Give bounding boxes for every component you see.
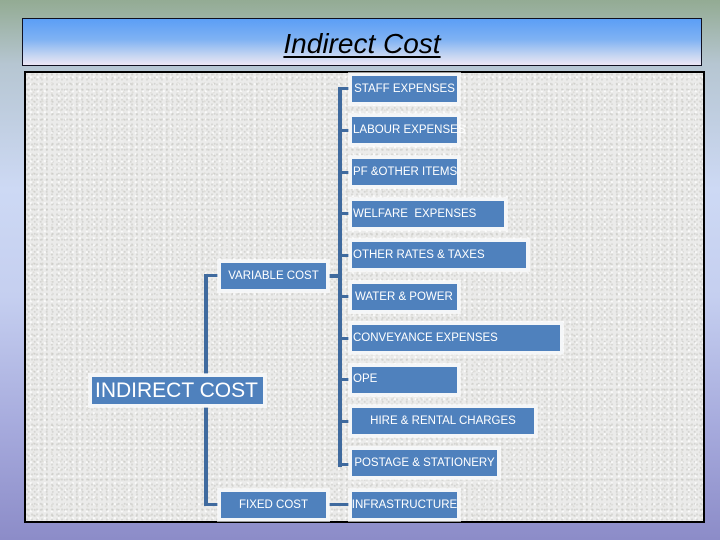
node-label: INFRASTRUCTURE <box>351 499 458 511</box>
node-conveyance-expenses[interactable]: CONVEYANCE EXPENSES <box>349 322 563 354</box>
connector-fixed-to-infrastructure <box>327 503 351 506</box>
node-label: OPE <box>353 373 378 385</box>
node-ope[interactable]: OPE <box>349 364 460 396</box>
node-welfare-expenses[interactable]: WELFARE EXPENSES <box>349 198 507 230</box>
node-water-power[interactable]: WATER & POWER <box>349 281 460 313</box>
node-label: POSTAGE & STATIONERY <box>354 457 495 469</box>
node-label: INDIRECT COST <box>95 378 258 402</box>
node-other-rates-taxes[interactable]: OTHER RATES & TAXES <box>349 239 529 271</box>
node-label: FIXED COST <box>238 499 308 511</box>
node-label: STAFF EXPENSES <box>354 83 455 95</box>
node-label: OTHER RATES & TAXES <box>353 249 485 261</box>
node-label: WATER & POWER <box>355 291 453 303</box>
slide-title: Indirect Cost <box>283 28 441 59</box>
node-hire-rental-charges[interactable]: HIRE & RENTAL CHARGES <box>349 405 537 437</box>
node-label: CONVEYANCE EXPENSES <box>353 332 498 344</box>
node-staff-expenses[interactable]: STAFF EXPENSES <box>349 73 460 105</box>
node-variable-cost[interactable]: VARIABLE COST <box>218 260 329 292</box>
node-postage-stationery[interactable]: POSTAGE & STATIONERY <box>349 447 500 479</box>
node-label: VARIABLE COST <box>228 270 319 282</box>
node-label: HIRE & RENTAL CHARGES <box>370 415 516 427</box>
node-pf-other-items[interactable]: PF &OTHER ITEMS <box>349 156 460 188</box>
node-labour-expenses[interactable]: LABOUR EXPENSES <box>349 114 465 146</box>
node-infrastructure[interactable]: INFRASTRUCTURE <box>349 489 460 521</box>
node-fixed-cost[interactable]: FIXED COST <box>218 489 329 521</box>
node-label: PF &OTHER ITEMS <box>353 166 458 178</box>
title-bar: Indirect Cost <box>22 18 702 66</box>
node-label: LABOUR EXPENSES <box>353 124 466 136</box>
node-label: WELFARE EXPENSES <box>353 208 477 220</box>
node-indirect-cost[interactable]: INDIRECT COST <box>89 374 266 407</box>
